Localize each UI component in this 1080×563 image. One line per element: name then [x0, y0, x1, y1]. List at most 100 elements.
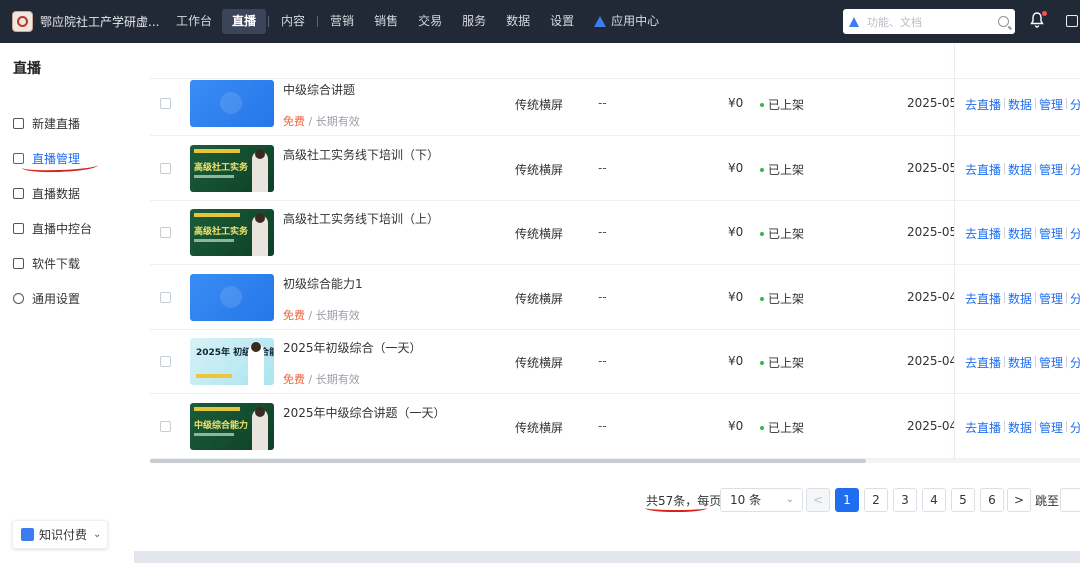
validity: 长期有效 [315, 115, 360, 128]
course-thumbnail[interactable]: 高级社工实务 [190, 145, 274, 192]
status-dot [760, 167, 764, 172]
nav-item-3[interactable]: 营销 [320, 9, 364, 34]
course-thumbnail[interactable]: 高级社工实务 [190, 209, 274, 256]
created-date: 2025-05- [907, 161, 954, 175]
sidebar-item-5[interactable]: 通用设置 [0, 281, 134, 316]
live-title[interactable]: 初级综合能力1 [283, 275, 363, 292]
row-checkbox[interactable] [160, 421, 171, 432]
price-free: 免费 [283, 115, 305, 128]
action-1[interactable]: 数据 [1008, 290, 1032, 307]
page-button-4[interactable]: 4 [922, 488, 946, 512]
action-1[interactable]: 数据 [1008, 161, 1032, 178]
course-thumbnail[interactable] [190, 80, 274, 127]
course-thumbnail[interactable]: 2025年 初级综合能力 [190, 338, 274, 385]
nav-item-6[interactable]: 服务 [452, 9, 496, 34]
new-live-icon [13, 118, 24, 129]
row-actions: 去直播数据管理分享 [965, 161, 1080, 178]
row-actions: 去直播数据管理分享 [965, 354, 1080, 371]
live-title[interactable]: 中级综合讲题 [283, 81, 355, 98]
app-grid-icon[interactable] [1066, 15, 1078, 27]
nav-item-4[interactable]: 销售 [364, 9, 408, 34]
page-button-6[interactable]: 6 [980, 488, 1004, 512]
nav-item-2[interactable]: 内容 [271, 9, 315, 34]
status-badge: 已上架 [760, 225, 804, 242]
prev-page-button[interactable]: < [806, 488, 830, 512]
row-checkbox[interactable] [160, 292, 171, 303]
live-title[interactable]: 高级社工实务线下培训（上） [283, 210, 439, 227]
page-button-3[interactable]: 3 [893, 488, 917, 512]
search-box[interactable]: 功能、文档 [843, 9, 1015, 34]
action-0[interactable]: 去直播 [965, 225, 1001, 242]
knowledge-pay-button[interactable]: 知识付费 ⌄ [12, 520, 108, 549]
sidebar-item-1[interactable]: 直播管理 [0, 141, 134, 176]
price-line: 免费 / 长期有效 [283, 371, 360, 387]
live-manage-icon [13, 153, 24, 164]
action-2[interactable]: 管理 [1039, 96, 1063, 113]
next-page-button[interactable]: > [1007, 488, 1031, 512]
action-3[interactable]: 分享 [1070, 290, 1080, 307]
created-date: 2025-04- [907, 290, 954, 304]
status-label: 已上架 [768, 163, 805, 177]
nav-item-7[interactable]: 数据 [496, 9, 540, 34]
row-checkbox[interactable] [160, 163, 171, 174]
action-0[interactable]: 去直播 [965, 419, 1001, 436]
row-checkbox[interactable] [160, 227, 171, 238]
action-3[interactable]: 分享 [1070, 225, 1080, 242]
action-3[interactable]: 分享 [1070, 354, 1080, 371]
action-1[interactable]: 数据 [1008, 96, 1032, 113]
action-1[interactable]: 数据 [1008, 419, 1032, 436]
action-3[interactable]: 分享 [1070, 96, 1080, 113]
brand[interactable]: 鄂应院社工产学研虚... [12, 10, 159, 33]
sidebar-item-4[interactable]: 软件下载 [0, 246, 134, 281]
action-0[interactable]: 去直播 [965, 290, 1001, 307]
sidebar-title: 直播 [13, 61, 41, 77]
action-2[interactable]: 管理 [1039, 161, 1063, 178]
nav-item-1[interactable]: 直播 [222, 9, 267, 34]
action-3[interactable]: 分享 [1070, 161, 1080, 178]
nav-item-8[interactable]: 设置 [540, 9, 584, 34]
live-title[interactable]: 2025年初级综合（一天） [283, 339, 422, 356]
action-2[interactable]: 管理 [1039, 225, 1063, 242]
page-size-value: 10 条 [730, 493, 762, 507]
action-0[interactable]: 去直播 [965, 161, 1001, 178]
table-row: 2025年 初级综合能力 2025年初级综合（一天） 免费 / 长期有效 传统横屏 --… [150, 330, 1080, 394]
action-2[interactable]: 管理 [1039, 419, 1063, 436]
red-underline-annotation [21, 164, 99, 174]
search-icon[interactable] [998, 16, 1009, 27]
action-2[interactable]: 管理 [1039, 354, 1063, 371]
horizontal-scrollbar[interactable] [150, 459, 866, 463]
action-0[interactable]: 去直播 [965, 354, 1001, 371]
page-size-select[interactable]: 10 条 ⌄ [720, 488, 803, 512]
empty-value: -- [598, 354, 607, 368]
search-input[interactable]: 功能、文档 [867, 14, 998, 30]
nav-item-0[interactable]: 工作台 [166, 9, 222, 34]
status-badge: 已上架 [760, 419, 804, 436]
school-logo-icon [12, 11, 33, 32]
brand-name: 鄂应院社工产学研虚... [40, 15, 160, 29]
status-dot [760, 231, 764, 236]
created-date: 2025-05- [907, 225, 954, 239]
action-0[interactable]: 去直播 [965, 96, 1001, 113]
live-title[interactable]: 高级社工实务线下培训（下） [283, 146, 439, 163]
sidebar-item-0[interactable]: 新建直播 [0, 106, 134, 141]
app-center-link[interactable]: 应用中心 [584, 9, 669, 34]
action-3[interactable]: 分享 [1070, 419, 1080, 436]
live-title[interactable]: 2025年中级综合讲题（一天） [283, 404, 446, 421]
action-1[interactable]: 数据 [1008, 225, 1032, 242]
action-2[interactable]: 管理 [1039, 290, 1063, 307]
page-button-2[interactable]: 2 [864, 488, 888, 512]
row-checkbox[interactable] [160, 356, 171, 367]
course-thumbnail[interactable]: 中级综合能力 [190, 403, 274, 450]
total-count: 共57条，每页 [646, 494, 722, 508]
status-label: 已上架 [768, 356, 805, 370]
jump-page-input[interactable] [1060, 488, 1080, 512]
sidebar-item-3[interactable]: 直播中控台 [0, 211, 134, 246]
course-thumbnail[interactable] [190, 274, 274, 321]
page-button-1[interactable]: 1 [835, 488, 859, 512]
price-amount: ¥0 [728, 161, 744, 175]
nav-item-5[interactable]: 交易 [408, 9, 452, 34]
row-checkbox[interactable] [160, 98, 171, 109]
page-button-5[interactable]: 5 [951, 488, 975, 512]
sidebar-item-2[interactable]: 直播数据 [0, 176, 134, 211]
action-1[interactable]: 数据 [1008, 354, 1032, 371]
